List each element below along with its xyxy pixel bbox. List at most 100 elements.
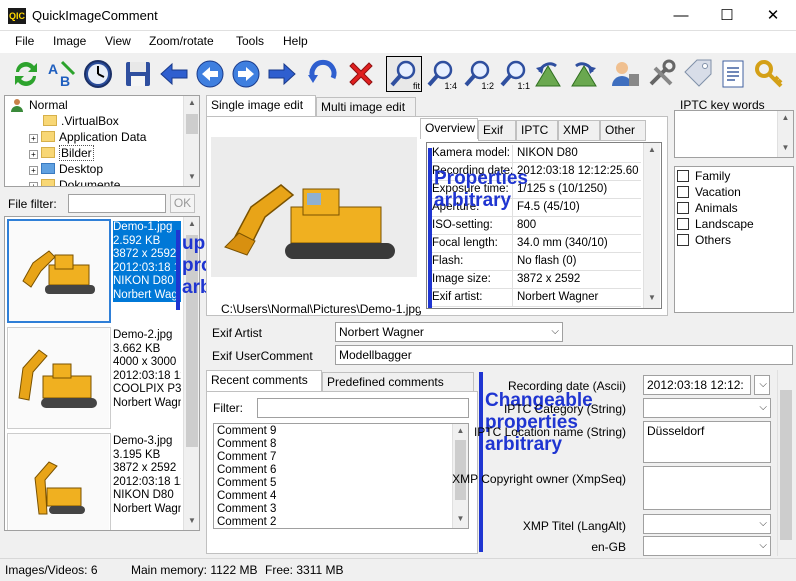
keyword-animals[interactable]: Animals xyxy=(677,201,738,215)
expand-icon[interactable]: + xyxy=(29,182,38,186)
rotate-right-icon[interactable] xyxy=(567,57,601,91)
comment-item[interactable]: Comment 4 xyxy=(217,490,276,503)
menu-zoom-rotate[interactable]: Zoom/rotate xyxy=(149,34,214,48)
recording-date-input[interactable]: 2012:03:18 12:12: xyxy=(643,375,751,395)
property-row[interactable]: Flash: No flash (0) xyxy=(429,253,641,271)
save-icon[interactable] xyxy=(121,57,155,91)
menu-view[interactable]: View xyxy=(105,34,131,48)
iptc-location-input[interactable]: Düsseldorf xyxy=(643,421,771,463)
tab-predefined-comments[interactable]: Predefined comments xyxy=(322,372,474,393)
expand-icon[interactable]: + xyxy=(29,150,38,159)
chevron-down-icon[interactable]: ⌵ xyxy=(551,323,559,341)
tab-iptc[interactable]: IPTC xyxy=(516,120,558,141)
tab-exif[interactable]: Exif xyxy=(478,120,516,141)
comment-item[interactable]: Comment 8 xyxy=(217,438,276,451)
previous-circle-icon[interactable] xyxy=(193,57,227,91)
scroll-down-icon[interactable]: ▼ xyxy=(184,172,199,181)
spellcheck-icon[interactable]: AB xyxy=(45,57,79,91)
language-combo[interactable]: ⌵ xyxy=(643,536,771,556)
keyword-vacation[interactable]: Vacation xyxy=(677,185,741,199)
comment-item[interactable]: Comment 6 xyxy=(217,464,276,477)
rotate-left-icon[interactable] xyxy=(531,57,565,91)
tab-other[interactable]: Other xyxy=(600,120,646,141)
minimize-button[interactable]: — xyxy=(658,0,704,31)
iptc-keywords-input[interactable]: ▲ ▼ xyxy=(674,110,794,158)
clock-icon[interactable] xyxy=(81,57,115,91)
tree-item-desktop[interactable]: + Desktop xyxy=(29,161,103,177)
thumbnail-item[interactable]: Demo-2.jpg 3.662 KB 4000 x 3000 2012:03:… xyxy=(7,327,181,431)
delete-icon[interactable] xyxy=(344,57,378,91)
property-row[interactable]: Focal length: 34.0 mm (340/10) xyxy=(429,235,641,253)
scroll-up-icon[interactable]: ▲ xyxy=(184,98,199,107)
menu-file[interactable]: File xyxy=(15,34,34,48)
exif-artist-combo[interactable]: Norbert Wagner ⌵ xyxy=(335,322,563,342)
thumbnail-image[interactable] xyxy=(7,219,111,323)
next-arrow-icon[interactable] xyxy=(265,57,299,91)
comment-item[interactable]: Comment 2 xyxy=(217,516,276,528)
property-row[interactable]: Kamera model: NIKON D80 xyxy=(429,145,641,163)
user-settings-icon[interactable] xyxy=(608,57,642,91)
zoom-fit-button[interactable]: fit xyxy=(386,56,422,92)
tree-item-dokumente[interactable]: + Dokumente xyxy=(29,177,120,186)
comment-item[interactable]: Comment 9 xyxy=(217,425,276,438)
properties-scrollbar[interactable]: ▲ ▼ xyxy=(643,143,660,308)
scroll-up-icon[interactable]: ▲ xyxy=(644,145,660,154)
tab-recent-comments[interactable]: Recent comments xyxy=(206,370,322,391)
checkbox-icon[interactable] xyxy=(677,202,689,214)
date-dropdown[interactable]: ⌵ xyxy=(754,375,770,395)
scroll-down-icon[interactable]: ▼ xyxy=(644,293,660,302)
chevron-down-icon[interactable]: ⌵ xyxy=(759,537,767,555)
comment-filter-input[interactable] xyxy=(257,398,469,418)
iptc-category-combo[interactable]: ⌵ xyxy=(643,398,771,418)
zoom-1-1-button[interactable]: 1:1 xyxy=(497,57,531,91)
key-icon[interactable] xyxy=(752,57,786,91)
tools-icon[interactable] xyxy=(644,57,678,91)
comment-item[interactable]: Comment 5 xyxy=(217,477,276,490)
tag-icon[interactable] xyxy=(680,57,714,91)
zoom-1-4-button[interactable]: 1:4 xyxy=(424,57,458,91)
tree-item-virtualbox[interactable]: .VirtualBox xyxy=(43,113,119,129)
next-circle-icon[interactable] xyxy=(229,57,263,91)
tab-overview[interactable]: Overview xyxy=(420,118,478,139)
file-filter-input[interactable] xyxy=(68,194,166,213)
thumbnail-item[interactable]: Demo-3.jpg 3.195 KB 3872 x 2592 2012:03:… xyxy=(7,433,181,530)
scroll-up-icon[interactable]: ▲ xyxy=(453,426,468,435)
folder-tree[interactable]: Normal .VirtualBox + Application Data + Bi… xyxy=(4,95,200,187)
tree-item-normal[interactable]: Normal xyxy=(11,97,68,113)
recent-comments-list[interactable]: Comment 9 Comment 8 Comment 7 Comment 6 Comm… xyxy=(213,423,469,529)
tab-xmp[interactable]: XMP xyxy=(558,120,600,141)
checkbox-icon[interactable] xyxy=(677,234,689,246)
thumbnail-image[interactable] xyxy=(7,327,111,429)
scroll-down-icon[interactable]: ▼ xyxy=(184,516,199,525)
tree-scrollbar[interactable]: ▲ ▼ xyxy=(183,96,199,186)
property-row[interactable]: Image size: 3872 x 2592 xyxy=(429,271,641,289)
refresh-icon[interactable] xyxy=(9,57,43,91)
tree-item-bilder[interactable]: + Bilder xyxy=(29,145,94,161)
tab-single-image-edit[interactable]: Single image edit xyxy=(206,95,316,116)
tree-item-application-data[interactable]: + Application Data xyxy=(29,129,146,145)
keyword-others[interactable]: Others xyxy=(677,233,731,247)
menu-tools[interactable]: Tools xyxy=(236,34,264,48)
checkbox-icon[interactable] xyxy=(677,218,689,230)
xmp-titel-combo[interactable]: ⌵ xyxy=(643,514,771,534)
checkbox-icon[interactable] xyxy=(677,186,689,198)
iptc-scrollbar[interactable]: ▲ ▼ xyxy=(777,111,793,157)
comment-item[interactable]: Comment 7 xyxy=(217,451,276,464)
scroll-thumb[interactable] xyxy=(455,440,466,500)
scroll-up-icon[interactable]: ▲ xyxy=(184,219,199,228)
keyword-landscape[interactable]: Landscape xyxy=(677,217,754,231)
preview-image[interactable] xyxy=(211,137,417,277)
checkbox-icon[interactable] xyxy=(677,170,689,182)
expand-icon[interactable]: + xyxy=(29,166,38,175)
tab-multi-image-edit[interactable]: Multi image edit xyxy=(316,97,416,118)
comment-item[interactable]: Comment 3 xyxy=(217,503,276,516)
scroll-down-icon[interactable]: ▼ xyxy=(453,514,468,523)
expand-icon[interactable]: + xyxy=(29,134,38,143)
scroll-thumb[interactable] xyxy=(186,114,198,134)
menu-help[interactable]: Help xyxy=(283,34,308,48)
zoom-1-2-button[interactable]: 1:2 xyxy=(461,57,495,91)
scroll-up-icon[interactable]: ▲ xyxy=(778,113,793,122)
close-button[interactable]: ✕ xyxy=(750,0,796,31)
thumbnail-item[interactable]: Demo-1.jpg 2.592 KB 3872 x 2592 2012:03:… xyxy=(7,219,181,323)
xmp-copyright-input[interactable] xyxy=(643,466,771,510)
